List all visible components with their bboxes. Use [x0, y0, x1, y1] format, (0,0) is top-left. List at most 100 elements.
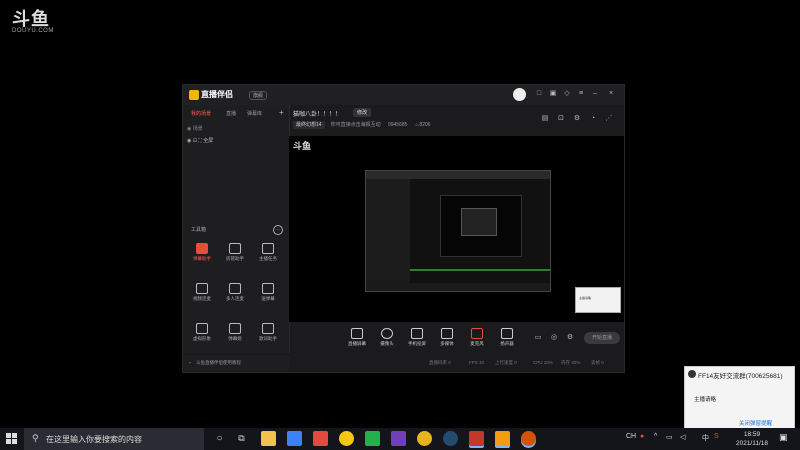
eye-icon[interactable]: ◉	[187, 126, 191, 132]
status-bitrate: 直播码率 0	[429, 360, 451, 365]
tool-room-admin[interactable]: 房管助手	[220, 243, 250, 265]
captured-screen	[365, 170, 551, 292]
btn-camera[interactable]: 摄像头	[373, 328, 401, 347]
bell-icon[interactable]: ◔	[589, 115, 597, 123]
steam-icon[interactable]	[443, 431, 458, 446]
tool-send-danmu[interactable]: 送弹幕	[253, 283, 283, 305]
tab-danmu-lib[interactable]: 弹幕库	[247, 110, 262, 117]
lock-icon[interactable]: ⊡	[557, 115, 565, 123]
notification-popup[interactable]: FF14友好交流群(700625681) 主播请略 关闭弹窗提醒	[684, 366, 795, 429]
tray-ime-icon[interactable]: CH	[626, 433, 636, 440]
btn-screen[interactable]: 直播屏幕	[343, 328, 371, 347]
notice-icon: ▪	[189, 360, 191, 365]
tab-live[interactable]: 直播	[226, 110, 236, 117]
btn-phone-cast[interactable]: 手机投屏	[403, 328, 431, 347]
tool-multi-link[interactable]: 多人连麦	[220, 283, 250, 305]
task-view-icon[interactable]: ⧉	[234, 431, 249, 446]
status-memory: 内存 40%	[561, 360, 581, 365]
tray-language[interactable]: 中	[702, 433, 709, 443]
category-pill[interactable]: 最终幻想14	[293, 121, 325, 129]
avatar[interactable]	[513, 88, 526, 101]
camera-app-icon[interactable]	[521, 431, 536, 446]
tutorial-notice[interactable]: ▪ 斗鱼直播伴侣使用教程	[183, 355, 289, 371]
btn-speaker[interactable]: 扬声器	[493, 328, 521, 347]
skin-icon[interactable]: ◇	[563, 90, 571, 98]
tool-video-link[interactable]: 视频连麦	[187, 283, 217, 305]
notification-center-icon[interactable]: ▣	[779, 432, 791, 444]
btn-mic[interactable]: 麦克风	[463, 328, 491, 347]
screenshot-icon[interactable]: ▣	[549, 90, 557, 98]
hint-text: 你可直接点击海报互动	[330, 122, 381, 128]
tool-lyrics[interactable]: 歌词助手	[253, 323, 283, 345]
danmu-icon	[196, 243, 208, 254]
add-scene-icon[interactable]: +	[279, 108, 284, 117]
close-icon[interactable]: ×	[607, 90, 615, 98]
visual-studio-icon[interactable]	[391, 431, 406, 446]
captured-inner-window	[461, 208, 497, 236]
btn-media[interactable]: 多媒体	[433, 328, 461, 347]
share-icon[interactable]: ⋰	[605, 115, 613, 123]
captured-titlebar	[366, 171, 550, 179]
windows-taskbar: ⚲ 在这里输入你要搜索的内容 ○ ⧉ CH ● ^ ▭ ◁ 中 S 18:59 …	[0, 428, 800, 450]
tool-label: 送弹幕	[261, 296, 275, 301]
menu-icon[interactable]: ≡	[577, 90, 585, 98]
eye-icon[interactable]: ◉	[187, 138, 191, 144]
room-meta: 最终幻想14 你可直接点击海报互动 9945685 ♨8206	[293, 121, 430, 129]
wechat-work-icon[interactable]	[365, 431, 380, 446]
file-explorer-icon[interactable]	[261, 431, 276, 446]
app-name: 直播伴侣	[201, 90, 233, 99]
clock-date: 2021/11/18	[735, 440, 769, 447]
minimize-icon[interactable]: –	[591, 90, 599, 98]
captured-progress	[410, 269, 550, 271]
wechat-icon[interactable]	[339, 431, 354, 446]
gift-icon[interactable]: ▤	[541, 115, 549, 123]
start-live-button[interactable]: 开始直播	[584, 332, 620, 344]
tool-tasks[interactable]: 主播任务	[253, 243, 283, 265]
btn-label: 扬声器	[500, 341, 514, 346]
status-bar: 直播码率 0 FPS 30 上行速度 0 CPU 10% 内存 40% 丢帧 0	[289, 356, 624, 371]
clock[interactable]: 18:59 2021/11/18	[728, 430, 776, 448]
tool-danmu[interactable]: 弹幕助手	[187, 243, 217, 265]
scene-row[interactable]: ◉ 场景	[187, 125, 203, 132]
lock-icon[interactable]: ⊡	[193, 138, 197, 144]
captured-sidebar	[366, 179, 410, 283]
game-icon[interactable]	[469, 431, 484, 446]
chrome-icon[interactable]	[417, 431, 432, 446]
captured-notification-body: 主播请略	[579, 296, 592, 300]
store-icon[interactable]	[313, 431, 328, 446]
record-icon[interactable]: ▭	[534, 334, 542, 342]
tray-network-icon[interactable]: ▭	[666, 433, 673, 441]
cortana-icon[interactable]: ○	[212, 431, 227, 446]
app-logo-icon	[189, 89, 199, 100]
message-icon[interactable]: □	[535, 90, 543, 98]
taskbar-search[interactable]: ⚲ 在这里输入你要搜索的内容	[24, 428, 204, 450]
modify-button[interactable]: 修改	[353, 108, 372, 117]
tool-avatar[interactable]: 虚拟形象	[187, 323, 217, 345]
tray-chevron-icon[interactable]: ^	[654, 433, 657, 440]
btn-label: 摄像头	[380, 341, 394, 346]
btn-label: 直播屏幕	[348, 341, 366, 346]
douyu-app-icon[interactable]	[495, 431, 510, 446]
notification-body: 主播请略	[694, 397, 717, 403]
stream-preview[interactable]: 斗鱼 主播请略	[289, 136, 624, 322]
tray-volume-icon[interactable]: ◁	[680, 433, 685, 441]
settings-icon[interactable]: ⚙	[573, 115, 581, 123]
tab-my-scenes[interactable]: 我的场景	[191, 110, 211, 117]
tray-app-icon[interactable]: ●	[640, 433, 644, 440]
tool-label: 主播任务	[259, 256, 277, 261]
link-icon[interactable]: ◎	[550, 334, 558, 342]
btn-label: 麦克风	[470, 341, 484, 346]
more-icon[interactable]: ⋯	[273, 225, 283, 235]
scene-source-row[interactable]: ◉ ⊡ ⛶ 全屏	[187, 137, 213, 144]
windows-start-icon[interactable]	[6, 433, 18, 445]
mic-icon	[471, 328, 483, 339]
close-reminder-link[interactable]: 关闭弹窗提醒	[739, 419, 772, 427]
notification-app-icon	[688, 370, 696, 378]
mail-icon[interactable]	[287, 431, 302, 446]
tool-danmu-ji[interactable]: 弹幕姬	[220, 323, 250, 345]
status-upload: 上行速度 0	[495, 360, 517, 365]
search-icon: ⚲	[32, 433, 39, 443]
settings-icon[interactable]: ⚙	[566, 334, 574, 342]
tray-sogou-icon[interactable]: S	[714, 433, 719, 440]
avatar-icon	[196, 323, 208, 334]
